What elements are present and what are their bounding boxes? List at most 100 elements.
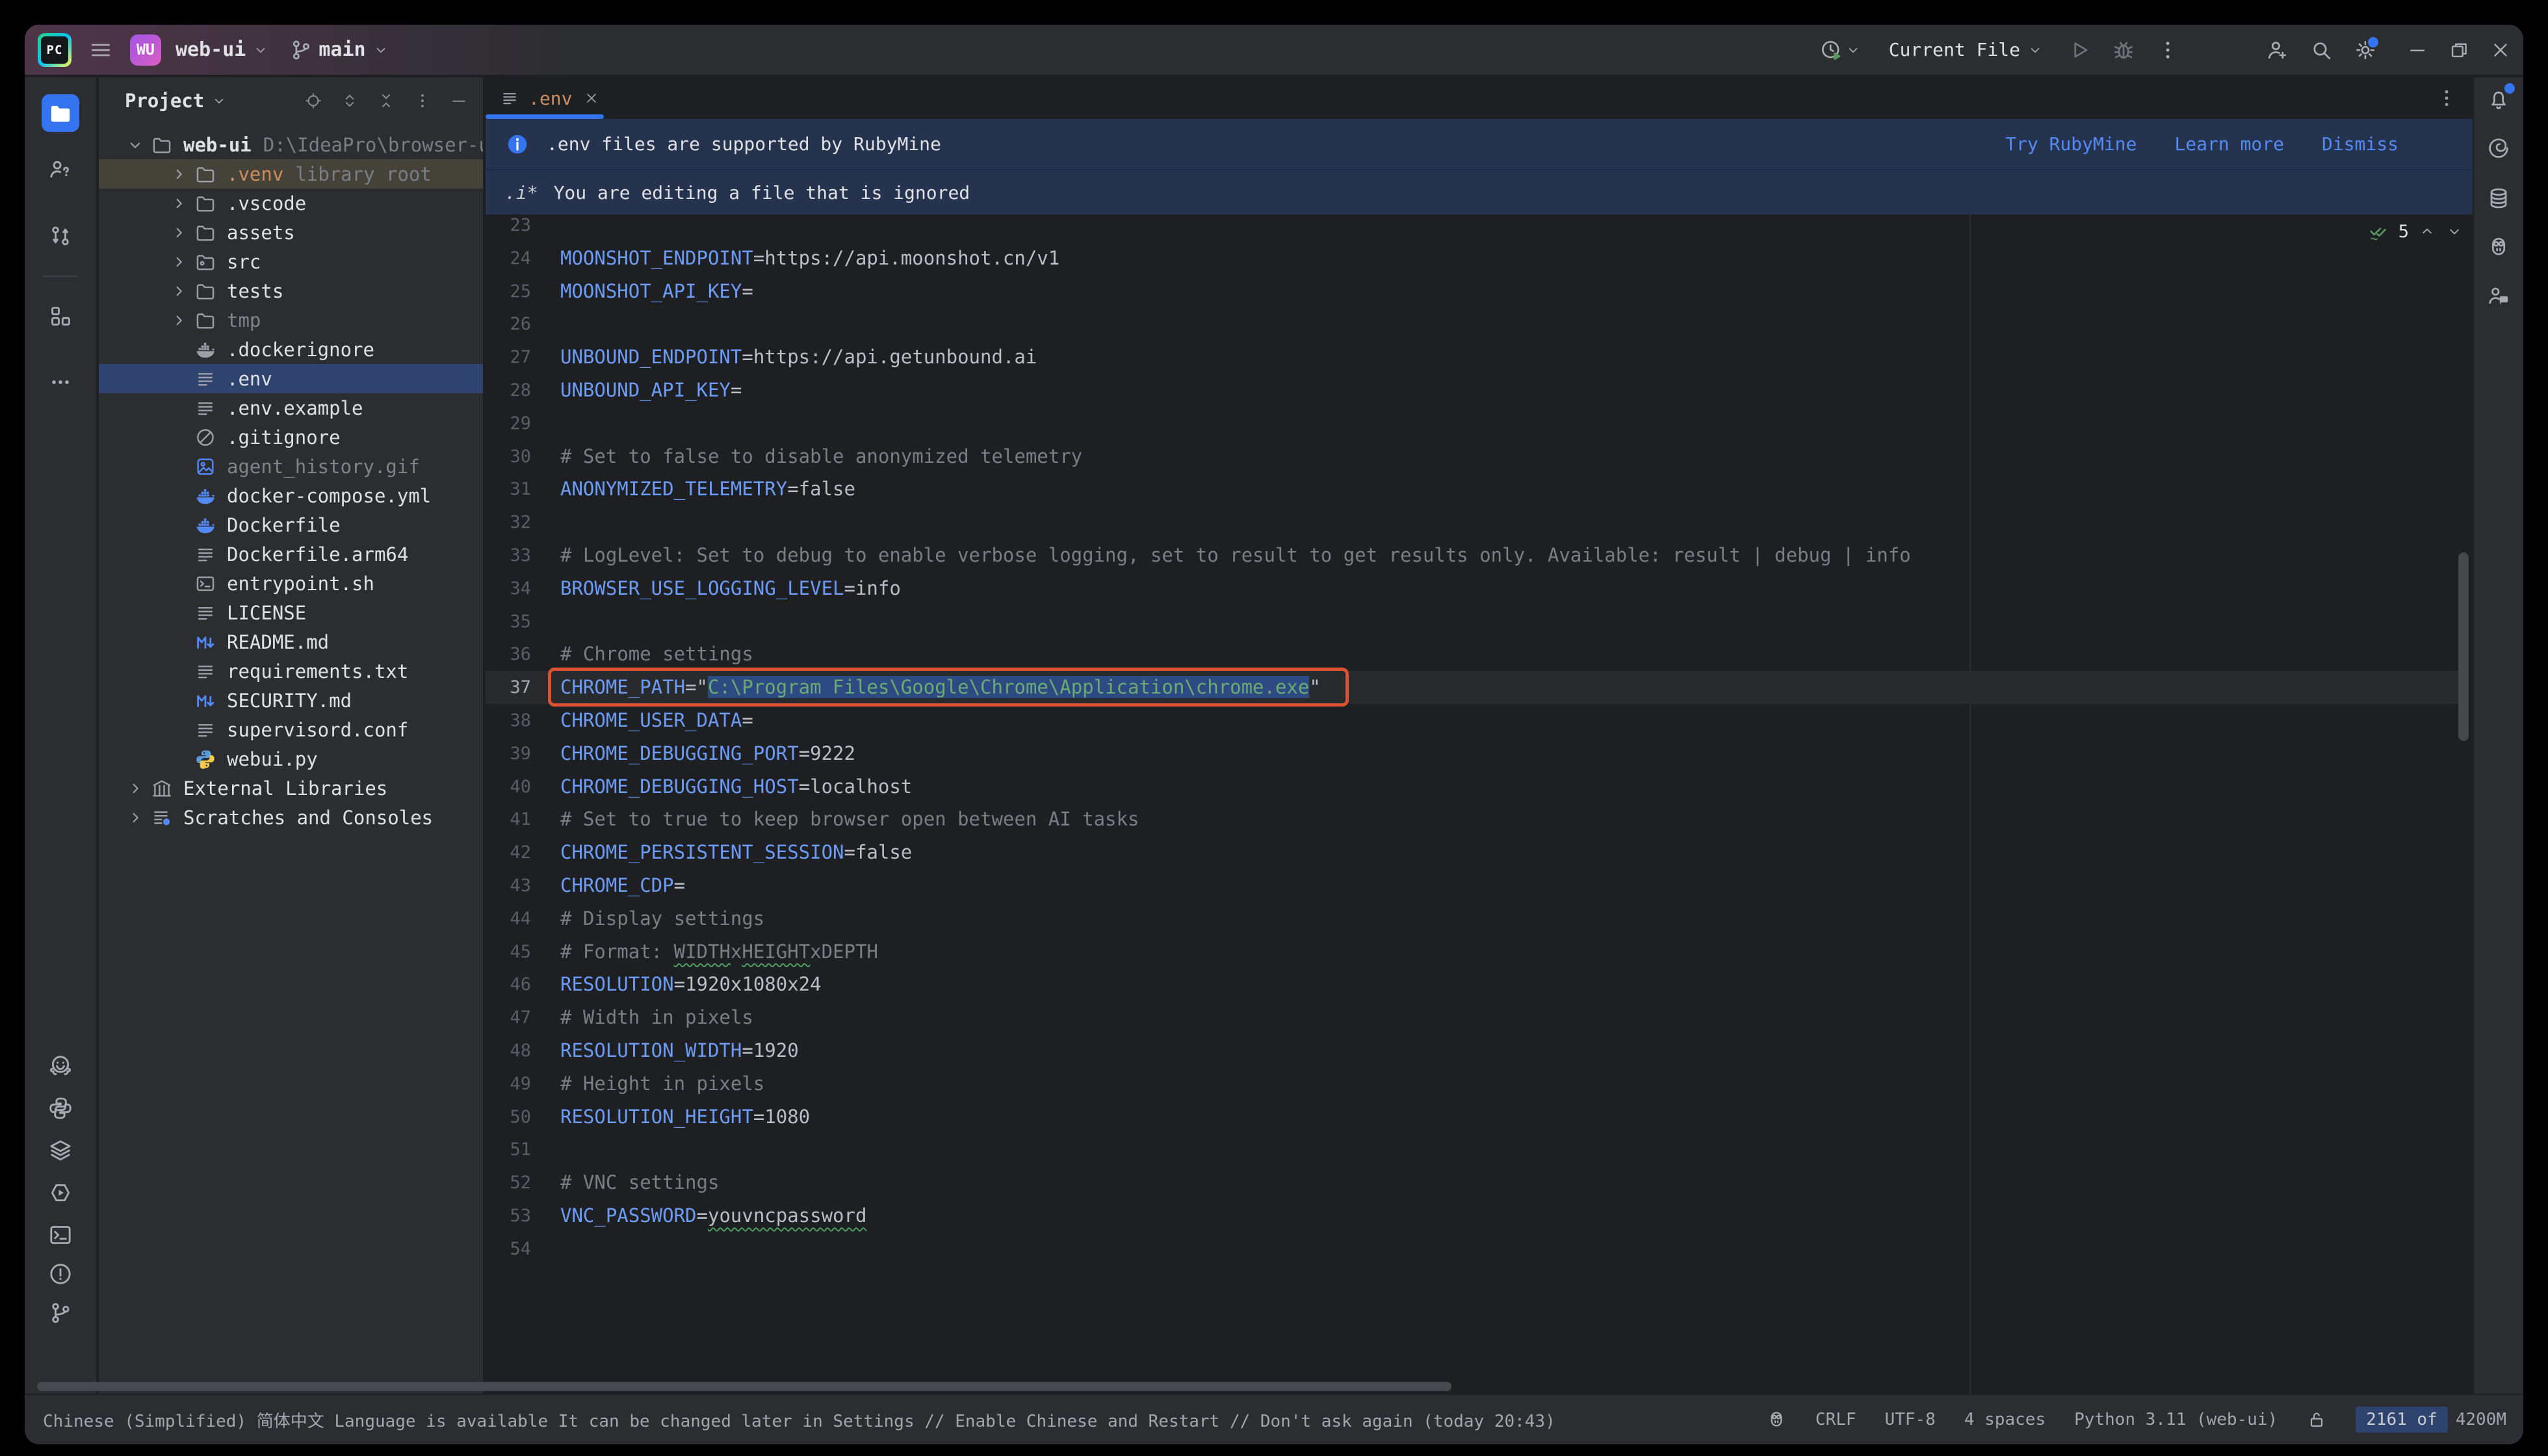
code-line-31[interactable]: 31ANONYMIZED_TELEMETRY=false xyxy=(486,473,2462,506)
minimize-window-button[interactable] xyxy=(2406,39,2428,61)
code-line-32[interactable]: 32 xyxy=(486,506,2462,539)
tree-item-Dockerfile.arm64[interactable]: Dockerfile.arm64 xyxy=(99,540,483,569)
encoding-indicator[interactable]: UTF-8 xyxy=(1885,1410,1936,1429)
structure-tool-window-button[interactable] xyxy=(41,296,80,335)
tree-item-LICENSE[interactable]: LICENSE xyxy=(99,598,483,627)
editor-vertical-scrollbar[interactable] xyxy=(2458,552,2469,741)
problems-button[interactable] xyxy=(41,1254,80,1294)
branch-name[interactable]: main xyxy=(318,38,365,61)
code-line-42[interactable]: 42CHROME_PERSISTENT_SESSION=false xyxy=(486,836,2462,869)
indent-indicator[interactable]: 4 spaces xyxy=(1964,1410,2046,1429)
search-everywhere-button[interactable] xyxy=(2309,38,2334,62)
inspections-widget[interactable]: 5 xyxy=(2367,217,2464,246)
tree-item-assets[interactable]: assets xyxy=(99,218,483,247)
tree-item-.gitignore[interactable]: .gitignore xyxy=(99,422,483,452)
tree-item-docker-compose.yml[interactable]: docker-compose.yml xyxy=(99,481,483,510)
code-line-23[interactable]: 23 xyxy=(486,214,2462,242)
tree-item-webui.py[interactable]: webui.py xyxy=(99,744,483,774)
chevron-right-icon[interactable] xyxy=(167,162,190,186)
tree-item-.vscode[interactable]: .vscode xyxy=(99,188,483,218)
code-line-50[interactable]: 50RESOLUTION_HEIGHT=1080 xyxy=(486,1100,2462,1134)
notifications-bell-button[interactable] xyxy=(2479,80,2518,119)
tree-item-src[interactable]: src xyxy=(99,247,483,276)
inspections-count[interactable]: 5 xyxy=(2398,222,2409,242)
database-button[interactable] xyxy=(2479,179,2518,218)
git-branch-icon[interactable] xyxy=(289,38,313,62)
code-line-27[interactable]: 27UNBOUND_ENDPOINT=https://api.getunboun… xyxy=(486,341,2462,374)
previous-problem-chevron-up-icon[interactable] xyxy=(2418,222,2436,240)
code-line-41[interactable]: 41# Set to true to keep browser open bet… xyxy=(486,803,2462,836)
run-config-chevron-down-icon[interactable] xyxy=(2027,42,2044,58)
run-button[interactable] xyxy=(2067,38,2092,62)
code-editor[interactable]: 2324MOONSHOT_ENDPOINT=https://api.moonsh… xyxy=(486,214,2473,1394)
more-tool-windows-button[interactable] xyxy=(41,363,80,402)
memory-indicator[interactable]: 2161 of 4200M xyxy=(2356,1407,2506,1433)
code-line-52[interactable]: 52# VNC settings xyxy=(486,1166,2462,1199)
main-menu-hamburger-icon[interactable] xyxy=(88,38,113,62)
code-line-26[interactable]: 26 xyxy=(486,307,2462,341)
device-chevron-down-icon[interactable] xyxy=(1845,42,1862,58)
code-line-33[interactable]: 33# LogLevel: Set to debug to enable ver… xyxy=(486,539,2462,572)
chevron-right-icon[interactable] xyxy=(167,250,190,274)
restore-window-button[interactable] xyxy=(2448,39,2470,61)
code-with-me-chat-button[interactable] xyxy=(2479,276,2518,315)
tree-item-.env.example[interactable]: .env.example xyxy=(99,393,483,422)
copilot-bot-button[interactable] xyxy=(2479,228,2518,266)
tree-item-Scratches and Consoles[interactable]: Scratches and Consoles xyxy=(99,803,483,832)
version-control-button[interactable] xyxy=(41,1294,80,1332)
code-line-45[interactable]: 45# Format: WIDTHxHEIGHTxDEPTH xyxy=(486,935,2462,968)
code-line-30[interactable]: 30# Set to false to disable anonymized t… xyxy=(486,440,2462,473)
debug-button[interactable] xyxy=(2111,38,2136,62)
code-line-35[interactable]: 35 xyxy=(486,605,2462,638)
chevron-right-icon[interactable] xyxy=(124,777,147,800)
tree-item-.dockerignore[interactable]: .dockerignore xyxy=(99,335,483,364)
hide-panel-icon[interactable] xyxy=(449,91,469,110)
horizontal-scrollbar[interactable] xyxy=(37,1382,1451,1391)
device-run-icon[interactable] xyxy=(1819,38,1843,62)
chevron-right-icon[interactable] xyxy=(167,221,190,244)
code-line-36[interactable]: 36# Chrome settings xyxy=(486,638,2462,671)
code-line-39[interactable]: 39CHROME_DEBUGGING_PORT=9222 xyxy=(486,737,2462,770)
close-window-button[interactable] xyxy=(2490,39,2512,61)
project-tool-window-button[interactable] xyxy=(42,94,79,132)
code-line-29[interactable]: 29 xyxy=(486,407,2462,440)
tree-item-.env[interactable]: .env xyxy=(99,364,483,393)
panel-options-kebab-icon[interactable] xyxy=(413,91,432,110)
code-line-47[interactable]: 47# Width in pixels xyxy=(486,1001,2462,1034)
tree-item-.venv[interactable]: .venvlibrary root xyxy=(99,159,483,188)
code-line-49[interactable]: 49# Height in pixels xyxy=(486,1067,2462,1100)
code-line-48[interactable]: 48RESOLUTION_WIDTH=1920 xyxy=(486,1034,2462,1067)
run-configuration-selector[interactable]: Current File xyxy=(1889,39,2020,60)
chevron-down-icon[interactable] xyxy=(124,133,147,157)
tree-item-requirements.txt[interactable]: requirements.txt xyxy=(99,656,483,686)
commit-pull-request-button[interactable] xyxy=(41,216,80,255)
line-ending-indicator[interactable]: CRLF xyxy=(1815,1410,1856,1429)
copilot-status-icon[interactable] xyxy=(1766,1409,1787,1430)
hugging-face-tool-window-button[interactable] xyxy=(41,1046,80,1086)
tab-options-kebab-icon[interactable] xyxy=(2435,86,2458,110)
tree-item-tmp[interactable]: tmp xyxy=(99,306,483,335)
code-line-53[interactable]: 53VNC_PASSWORD=youvncpassword xyxy=(486,1199,2462,1232)
next-problem-chevron-down-icon[interactable] xyxy=(2445,222,2464,240)
tree-item-tests[interactable]: tests xyxy=(99,276,483,306)
tree-item-External Libraries[interactable]: External Libraries xyxy=(99,774,483,803)
services-layers-button[interactable] xyxy=(41,1131,80,1170)
try-rubymine-link[interactable]: Try RubyMine xyxy=(2005,133,2137,155)
tree-item-SECURITY.md[interactable]: SECURITY.md xyxy=(99,686,483,715)
chevron-right-icon[interactable] xyxy=(167,192,190,215)
status-message[interactable]: Chinese (Simplified) 简体中文 Language is av… xyxy=(25,1408,1555,1432)
code-line-46[interactable]: 46RESOLUTION=1920x1080x24 xyxy=(486,968,2462,1001)
project-panel-title[interactable]: Project xyxy=(125,90,204,112)
lock-open-icon[interactable] xyxy=(2306,1409,2327,1430)
code-line-51[interactable]: 51 xyxy=(486,1133,2462,1166)
code-line-40[interactable]: 40CHROME_DEBUGGING_HOST=localhost xyxy=(486,770,2462,803)
project-view-chevron-down-icon[interactable] xyxy=(211,92,228,109)
terminal-button[interactable] xyxy=(41,1216,80,1254)
locate-opened-file-icon[interactable] xyxy=(304,91,323,110)
settings-gear-button[interactable] xyxy=(2353,38,2378,62)
code-line-25[interactable]: 25MOONSHOT_API_KEY= xyxy=(486,275,2462,308)
project-avatar[interactable]: WU xyxy=(130,34,161,66)
code-line-44[interactable]: 44# Display settings xyxy=(486,902,2462,935)
ai-assistant-button[interactable] xyxy=(2479,129,2518,168)
code-with-me-add-user-button[interactable] xyxy=(2265,38,2289,62)
